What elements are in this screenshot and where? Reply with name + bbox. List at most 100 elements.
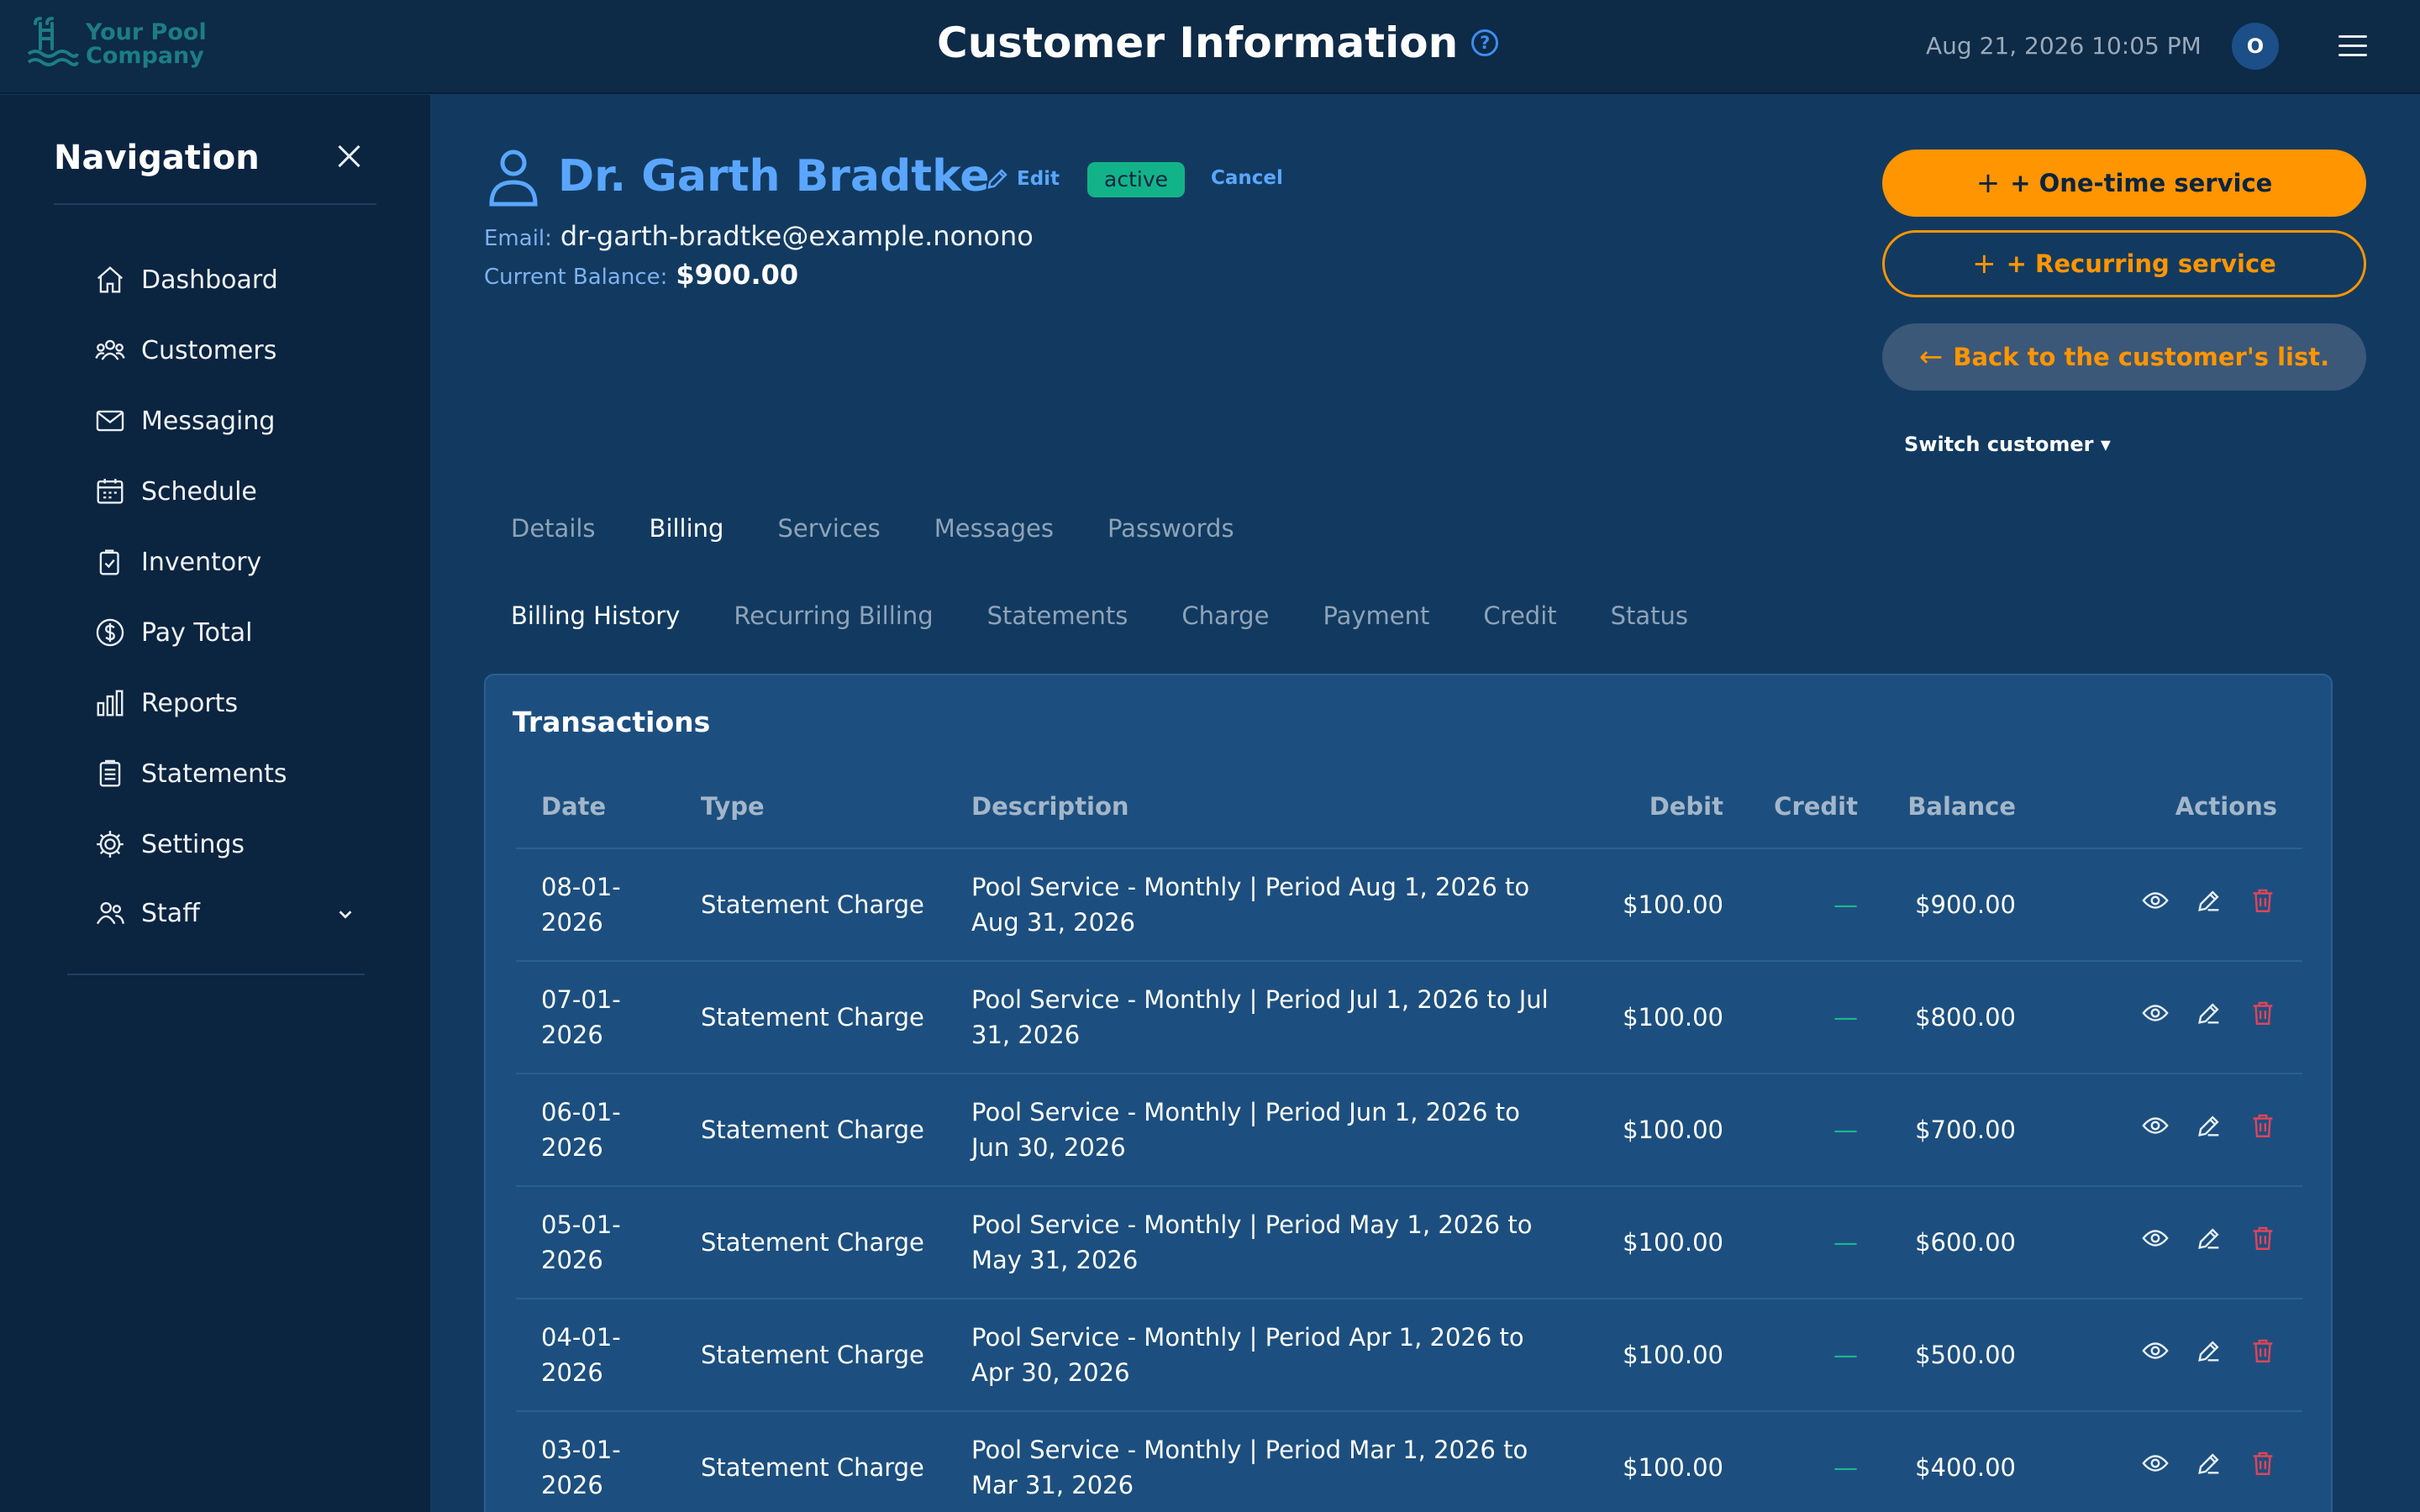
cell-balance: $400.00	[1858, 1411, 2016, 1512]
cell-credit: —	[1723, 1411, 1858, 1512]
subtab-credit[interactable]: Credit	[1483, 601, 1556, 630]
cell-date: 03-01-2026	[516, 1411, 676, 1512]
column-header-balance[interactable]: Balance	[1858, 764, 2016, 849]
delete-icon[interactable]	[2249, 1111, 2277, 1149]
cell-type: Statement Charge	[676, 1074, 946, 1187]
divider	[54, 203, 376, 205]
switch-customer-dropdown[interactable]: Switch customer ▾	[1904, 433, 2111, 456]
edit-icon[interactable]	[2195, 886, 2223, 924]
close-icon[interactable]	[336, 144, 361, 169]
view-icon[interactable]	[2141, 1111, 2170, 1149]
sidebar-item-settings[interactable]: Settings	[94, 809, 355, 879]
delete-icon[interactable]	[2249, 1224, 2277, 1262]
button-label: + One-time service	[2010, 169, 2273, 197]
sidebar-item-label: Customers	[141, 335, 277, 365]
cell-actions	[2016, 848, 2302, 962]
help-icon[interactable]: ?	[1471, 29, 1499, 56]
gear-icon	[94, 828, 126, 860]
subtab-payment[interactable]: Payment	[1323, 601, 1429, 630]
cell-description: Pool Service - Monthly | Period Jun 1, 2…	[946, 1074, 1585, 1187]
subtab-charge[interactable]: Charge	[1181, 601, 1269, 630]
user-avatar[interactable]: O	[2232, 23, 2279, 70]
table-row: 05-01-2026 Statement Charge Pool Service -…	[516, 1186, 2302, 1299]
card-title: Transactions	[513, 706, 711, 738]
sidebar-item-reports[interactable]: Reports	[94, 668, 355, 738]
sidebar-item-label: Reports	[141, 688, 239, 718]
sidebar-item-dashboard[interactable]: Dashboard	[94, 244, 355, 315]
edit-icon[interactable]	[2195, 1111, 2223, 1149]
view-icon[interactable]	[2141, 1449, 2170, 1487]
subtab-statements[interactable]: Statements	[987, 601, 1128, 630]
main-tabs: Details Billing Services Messages Passwo…	[511, 514, 1288, 543]
chevron-down-icon[interactable]	[336, 905, 355, 923]
billing-subtabs: Billing History Recurring Billing Statem…	[511, 601, 1742, 630]
edit-icon[interactable]	[2195, 1449, 2223, 1487]
sidebar-item-staff[interactable]: Staff	[94, 879, 355, 947]
button-label: Back to the customer's list.	[1953, 343, 2330, 371]
subtab-billing-history[interactable]: Billing History	[511, 601, 680, 630]
sidebar-item-label: Pay Total	[141, 617, 253, 648]
page-title-text: Customer Information	[937, 18, 1459, 67]
cell-credit: —	[1723, 961, 1858, 1074]
cell-description: Pool Service - Monthly | Period Apr 1, 2…	[946, 1299, 1585, 1412]
view-icon[interactable]	[2141, 999, 2170, 1037]
cancel-button[interactable]: Cancel	[1211, 167, 1283, 189]
subtab-status[interactable]: Status	[1611, 601, 1688, 630]
sidebar-item-inventory[interactable]: Inventory	[94, 527, 355, 597]
cell-actions	[2016, 1074, 2302, 1187]
tab-details[interactable]: Details	[511, 514, 596, 543]
table-row: 07-01-2026 Statement Charge Pool Service -…	[516, 961, 2302, 1074]
sidebar-item-pay-total[interactable]: Pay Total	[94, 597, 355, 668]
column-header-credit[interactable]: Credit	[1723, 764, 1858, 849]
sidebar-item-messaging[interactable]: Messaging	[94, 386, 355, 456]
sidebar-item-statements[interactable]: Statements	[94, 738, 355, 809]
delete-icon[interactable]	[2249, 886, 2277, 924]
view-icon[interactable]	[2141, 1336, 2170, 1374]
balance-value: $900.00	[676, 259, 799, 291]
cell-description: Pool Service - Monthly | Period May 1, 2…	[946, 1186, 1585, 1299]
company-logo[interactable]: Your Pool Company	[25, 17, 212, 72]
cell-debit: $100.00	[1585, 848, 1723, 962]
transactions-table: Date Type Description Debit Credit Balan…	[516, 764, 2302, 1512]
subtab-recurring-billing[interactable]: Recurring Billing	[734, 601, 933, 630]
cell-date: 08-01-2026	[516, 848, 676, 962]
edit-icon[interactable]	[2195, 1224, 2223, 1262]
logo-line-1: Your Pool	[86, 19, 207, 45]
tab-messages[interactable]: Messages	[934, 514, 1054, 543]
view-icon[interactable]	[2141, 1224, 2170, 1262]
tab-billing[interactable]: Billing	[650, 514, 724, 543]
edit-icon[interactable]	[2195, 999, 2223, 1037]
edit-icon[interactable]	[2195, 1336, 2223, 1374]
sidebar-item-customers[interactable]: Customers	[94, 315, 355, 386]
arrow-left-icon: ←	[1918, 340, 1944, 374]
column-header-type[interactable]: Type	[676, 764, 946, 849]
column-header-date[interactable]: Date	[516, 764, 676, 849]
logo-text: Your Pool Company	[86, 21, 212, 68]
hamburger-menu-icon[interactable]	[2338, 35, 2367, 59]
status-badge: active	[1087, 162, 1185, 197]
delete-icon[interactable]	[2249, 1336, 2277, 1374]
delete-icon[interactable]	[2249, 1449, 2277, 1487]
view-icon[interactable]	[2141, 886, 2170, 924]
back-to-list-button[interactable]: ← Back to the customer's list.	[1882, 323, 2366, 391]
cell-type: Statement Charge	[676, 848, 946, 962]
cell-balance: $700.00	[1858, 1074, 2016, 1187]
tab-services[interactable]: Services	[777, 514, 880, 543]
column-header-description[interactable]: Description	[946, 764, 1585, 849]
tab-passwords[interactable]: Passwords	[1107, 514, 1234, 543]
plus-icon: +	[1975, 166, 2001, 200]
cell-debit: $100.00	[1585, 961, 1723, 1074]
sidebar-item-schedule[interactable]: Schedule	[94, 456, 355, 527]
cell-date: 06-01-2026	[516, 1074, 676, 1187]
sidebar-item-label: Inventory	[141, 547, 262, 577]
column-header-debit[interactable]: Debit	[1585, 764, 1723, 849]
sidebar-item-label: Schedule	[141, 476, 257, 507]
cell-date: 04-01-2026	[516, 1299, 676, 1412]
recurring-service-button[interactable]: + + Recurring service	[1882, 230, 2366, 297]
sidebar-title: Navigation	[54, 139, 260, 177]
cell-credit: —	[1723, 1074, 1858, 1187]
sidebar-item-label: Dashboard	[141, 265, 278, 295]
one-time-service-button[interactable]: + + One-time service	[1882, 150, 2366, 217]
delete-icon[interactable]	[2249, 999, 2277, 1037]
edit-button[interactable]: Edit	[985, 166, 1060, 192]
